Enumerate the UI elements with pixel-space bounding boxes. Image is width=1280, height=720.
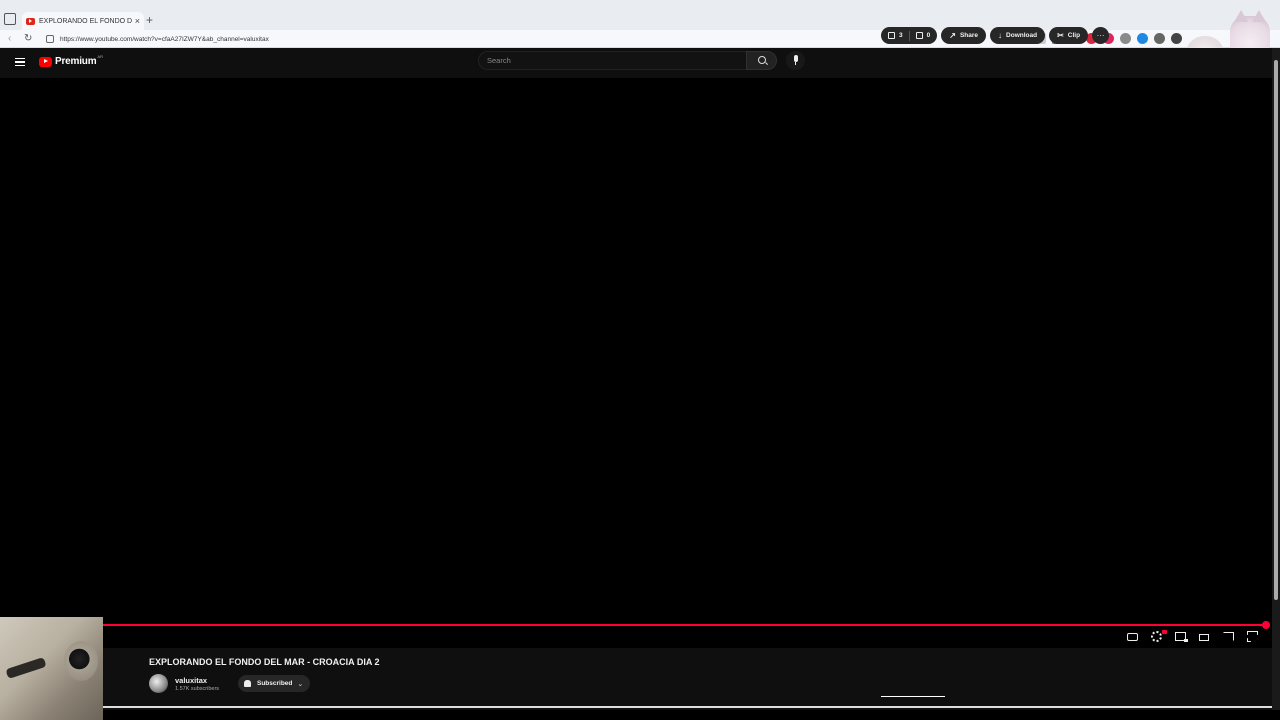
- youtube-header: Premium AR Search: [0, 48, 1272, 78]
- channel-name[interactable]: valuxitax: [175, 676, 207, 685]
- tab-close-icon[interactable]: ×: [135, 16, 140, 26]
- chevron-down-icon: ⌄: [297, 680, 304, 688]
- search-icon: [758, 56, 766, 64]
- page-divider: [0, 706, 1272, 708]
- more-actions-button[interactable]: ···: [1092, 27, 1110, 44]
- youtube-play-icon: [39, 56, 52, 67]
- scissors-icon: ✂: [1057, 31, 1064, 40]
- channel-avatar[interactable]: [149, 674, 168, 693]
- youtube-favicon-icon: [26, 17, 35, 25]
- subscribed-button[interactable]: Subscribed ⌄: [238, 675, 310, 692]
- microphone-stand: [795, 62, 796, 65]
- download-label: Download: [1006, 32, 1038, 39]
- country-code: AR: [97, 54, 103, 59]
- captions-icon: [1127, 633, 1138, 641]
- site-info-icon[interactable]: [46, 35, 54, 43]
- webcam-overlay: [0, 617, 103, 720]
- like-dislike-group: 3 0: [881, 27, 938, 44]
- clip-button[interactable]: ✂ Clip: [1049, 27, 1089, 44]
- miniplayer-button[interactable]: [1175, 630, 1190, 644]
- download-icon: ↓: [998, 31, 1003, 40]
- search-placeholder: Search: [487, 56, 511, 65]
- back-icon[interactable]: ‹: [8, 33, 11, 45]
- hd-badge: [1162, 630, 1167, 634]
- subtitles-button[interactable]: [1127, 630, 1142, 644]
- tab-title: EXPLORANDO EL FONDO DEL MAR: [39, 17, 132, 25]
- youtube-logo[interactable]: Premium AR: [39, 54, 103, 67]
- video-info: EXPLORANDO EL FONDO DEL MAR - CROACIA DI…: [0, 648, 1272, 710]
- fullscreen-icon: [1247, 631, 1258, 642]
- webcam-object: [5, 657, 47, 679]
- subscriber-count: 1.57K subscribers: [175, 686, 220, 692]
- microphone-icon: [793, 55, 798, 62]
- progress-bar[interactable]: [103, 624, 1266, 626]
- gear-icon: [1151, 631, 1162, 642]
- url-text: https://www.youtube.com/watch?v=cfaA27IZ…: [60, 35, 269, 43]
- browser-tab[interactable]: EXPLORANDO EL FONDO DEL MAR ×: [22, 12, 144, 30]
- bell-icon: [244, 680, 251, 687]
- share-icon: ↗: [949, 31, 956, 40]
- like-icon[interactable]: [888, 32, 895, 39]
- theater-icon: [1199, 634, 1209, 641]
- extension-icon[interactable]: [1154, 33, 1165, 44]
- like-count[interactable]: 3: [899, 32, 903, 39]
- cast-icon: [1223, 632, 1234, 641]
- video-actions: 3 0 ↗ Share ↓ Download ✂ Clip ···: [881, 27, 1110, 44]
- share-button[interactable]: ↗ Share: [941, 27, 987, 44]
- logo-text: Premium: [55, 56, 97, 67]
- theater-mode-button[interactable]: [1199, 630, 1214, 644]
- subscribed-label: Subscribed: [257, 680, 293, 687]
- player-controls: [1127, 630, 1262, 644]
- extension-icon[interactable]: [1120, 33, 1131, 44]
- divider: [908, 30, 910, 41]
- miniplayer-icon: [1175, 632, 1186, 641]
- progress-scrubber[interactable]: [1262, 621, 1270, 629]
- dislike-icon[interactable]: [915, 32, 923, 39]
- download-button[interactable]: ↓ Download: [990, 27, 1046, 44]
- extensions-puzzle-icon[interactable]: [1171, 33, 1182, 44]
- search-input[interactable]: Search: [478, 51, 746, 70]
- dislike-count[interactable]: 0: [927, 32, 931, 39]
- settings-button[interactable]: [1151, 630, 1167, 644]
- fullscreen-button[interactable]: [1247, 630, 1262, 644]
- menu-icon[interactable]: [15, 58, 25, 66]
- new-tab-button[interactable]: +: [146, 12, 153, 28]
- browser-tabbar: EXPLORANDO EL FONDO DEL MAR × +: [0, 0, 1280, 30]
- video-title: EXPLORANDO EL FONDO DEL MAR - CROACIA DI…: [149, 657, 380, 667]
- like-ratio-bar: [881, 696, 945, 697]
- scrollbar-thumb[interactable]: [1274, 60, 1278, 600]
- page-scrollbar[interactable]: [1272, 48, 1280, 710]
- cast-button[interactable]: [1223, 630, 1238, 644]
- reload-icon[interactable]: ↻: [24, 33, 32, 45]
- webcam-cat-eye: [64, 641, 98, 681]
- voice-search-button[interactable]: [786, 51, 805, 70]
- search-button[interactable]: [746, 51, 777, 70]
- share-label: Share: [959, 32, 979, 39]
- clip-label: Clip: [1067, 32, 1081, 39]
- tab-list-icon[interactable]: [4, 13, 16, 25]
- extension-icon[interactable]: [1137, 33, 1148, 44]
- video-player[interactable]: [0, 78, 1272, 648]
